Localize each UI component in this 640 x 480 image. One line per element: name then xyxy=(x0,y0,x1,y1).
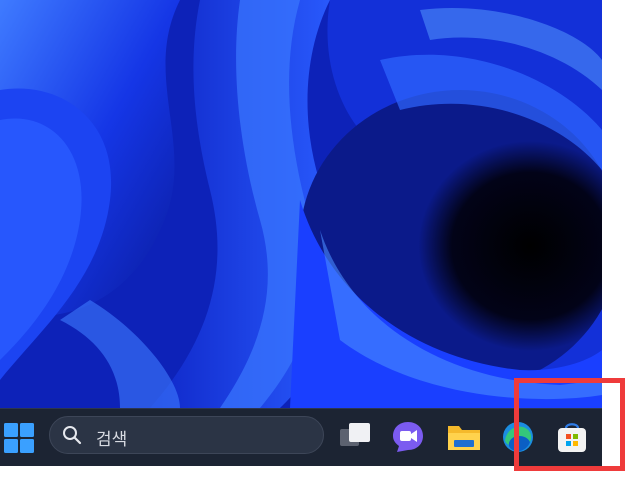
desktop-wallpaper xyxy=(0,0,602,408)
search-placeholder: 검색 xyxy=(96,430,128,450)
file-explorer-button[interactable] xyxy=(445,418,483,456)
taskbar: 검색 xyxy=(0,408,602,466)
file-explorer-icon xyxy=(448,426,480,450)
highlight-box xyxy=(514,378,625,471)
task-view-icon xyxy=(340,423,370,446)
chat-icon xyxy=(393,422,423,452)
start-button[interactable] xyxy=(2,419,36,455)
wallpaper-art xyxy=(0,0,602,408)
search-icon xyxy=(63,426,82,445)
chat-button[interactable] xyxy=(389,418,427,456)
task-view-button[interactable] xyxy=(336,418,374,456)
search-box[interactable]: 검색 xyxy=(49,416,324,454)
windows-start-icon xyxy=(4,423,34,453)
